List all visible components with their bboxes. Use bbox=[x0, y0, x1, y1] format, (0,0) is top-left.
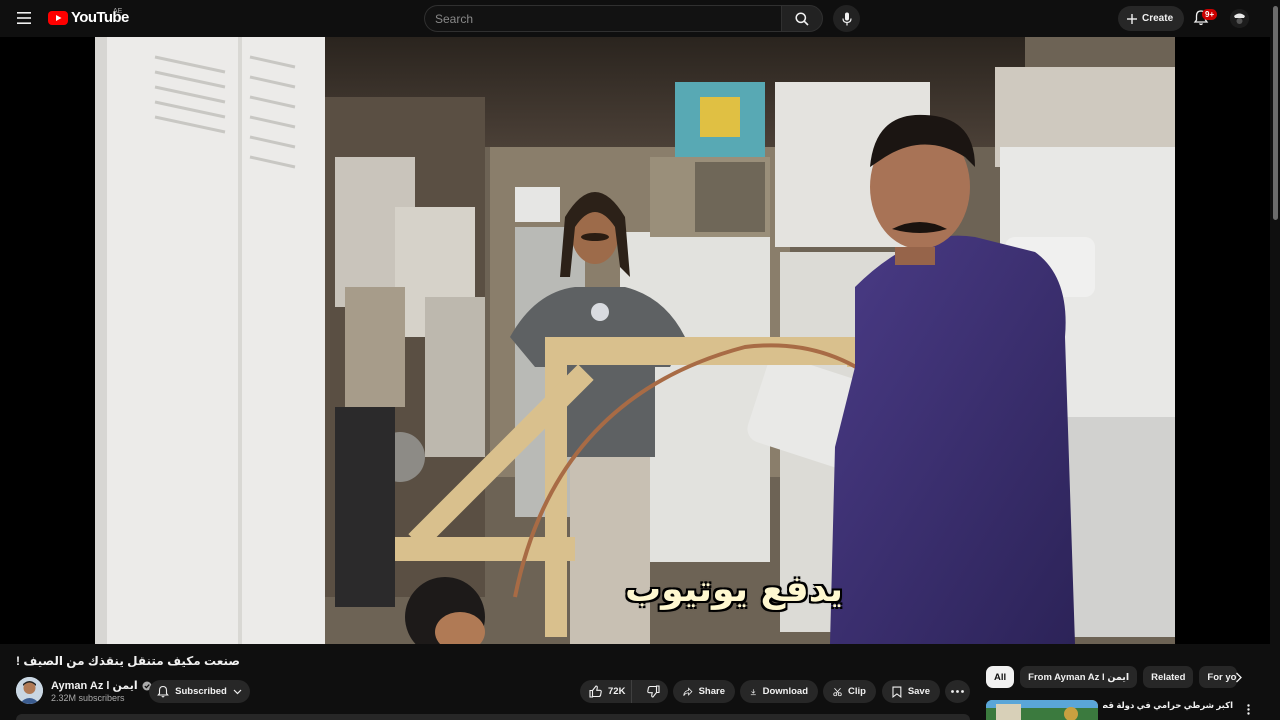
chevron-down-icon bbox=[233, 689, 242, 694]
subscriber-count: 2.32M subscribers bbox=[51, 693, 125, 703]
channel-name-text: Ayman Az l ايمن bbox=[51, 680, 138, 692]
video-player[interactable]: يدفع يوتيوب bbox=[0, 37, 1270, 644]
more-actions-button[interactable] bbox=[945, 680, 970, 703]
scrollbar-thumb[interactable] bbox=[1273, 6, 1278, 220]
description-box[interactable] bbox=[16, 714, 970, 720]
search-icon bbox=[795, 11, 809, 26]
channel-avatar[interactable] bbox=[16, 677, 43, 704]
download-button[interactable]: Download bbox=[740, 680, 818, 703]
save-button[interactable]: Save bbox=[882, 680, 940, 703]
bookmark-icon bbox=[892, 686, 902, 698]
channel-name[interactable]: Ayman Az l ايمن bbox=[51, 679, 152, 692]
scissors-icon bbox=[833, 687, 842, 696]
share-button[interactable]: Share bbox=[673, 680, 735, 703]
recommended-video-thumbnail[interactable] bbox=[986, 700, 1098, 720]
like-count: 72K bbox=[608, 686, 626, 697]
chevron-right-icon[interactable] bbox=[1228, 667, 1248, 687]
search-bar bbox=[424, 5, 824, 32]
subscribed-button[interactable]: Subscribed bbox=[149, 680, 250, 703]
like-dislike-group: 72K bbox=[580, 680, 668, 703]
country-code: AE bbox=[113, 8, 123, 15]
more-horizontal-icon bbox=[951, 690, 964, 693]
create-button[interactable]: Create bbox=[1118, 6, 1185, 31]
hamburger-menu-icon[interactable] bbox=[12, 6, 36, 30]
chip-related[interactable]: Related bbox=[1143, 666, 1194, 688]
youtube-play-icon bbox=[48, 10, 68, 25]
thumbs-down-icon bbox=[646, 685, 660, 698]
more-vertical-icon[interactable] bbox=[1242, 702, 1254, 716]
video-scene-image bbox=[95, 37, 1175, 644]
thumbs-up-icon bbox=[589, 685, 602, 698]
voice-search-button[interactable] bbox=[833, 5, 860, 32]
save-label: Save bbox=[907, 686, 930, 697]
search-button[interactable] bbox=[781, 5, 823, 32]
share-arrow-icon bbox=[683, 686, 693, 696]
page-scrollbar[interactable] bbox=[1270, 0, 1280, 720]
dislike-button[interactable] bbox=[638, 680, 668, 703]
like-button[interactable]: 72K bbox=[580, 680, 633, 703]
chip-all[interactable]: All bbox=[986, 666, 1015, 688]
recommended-video-title[interactable]: اكبر شرطي حرامي في دولة قطر🚓‼️ bbox=[1103, 700, 1233, 711]
video-caption-overlay: يدفع يوتيوب bbox=[625, 569, 844, 610]
create-label: Create bbox=[1142, 13, 1174, 24]
video-frame: يدفع يوتيوب bbox=[95, 37, 1175, 644]
related-filter-chips: All From Ayman Az l ايمن Related For you bbox=[986, 666, 1238, 688]
download-label: Download bbox=[762, 686, 808, 697]
top-bar: YouTube AE Create 9+ bbox=[0, 0, 1280, 37]
bell-icon bbox=[157, 685, 169, 698]
microphone-icon bbox=[841, 12, 852, 25]
notification-count-badge: 9+ bbox=[1202, 9, 1218, 20]
clip-label: Clip bbox=[848, 686, 866, 697]
video-title: صنعت مكيف متنقل ينقذك من الصيف ! bbox=[16, 654, 240, 668]
plus-icon bbox=[1127, 13, 1137, 24]
search-input[interactable] bbox=[424, 5, 781, 32]
download-icon bbox=[750, 688, 756, 695]
share-label: Share bbox=[698, 686, 725, 697]
account-avatar[interactable] bbox=[1230, 9, 1249, 28]
clip-button[interactable]: Clip bbox=[823, 680, 876, 703]
subscribed-label: Subscribed bbox=[175, 686, 227, 697]
chip-from-channel[interactable]: From Ayman Az l ايمن bbox=[1020, 666, 1138, 688]
